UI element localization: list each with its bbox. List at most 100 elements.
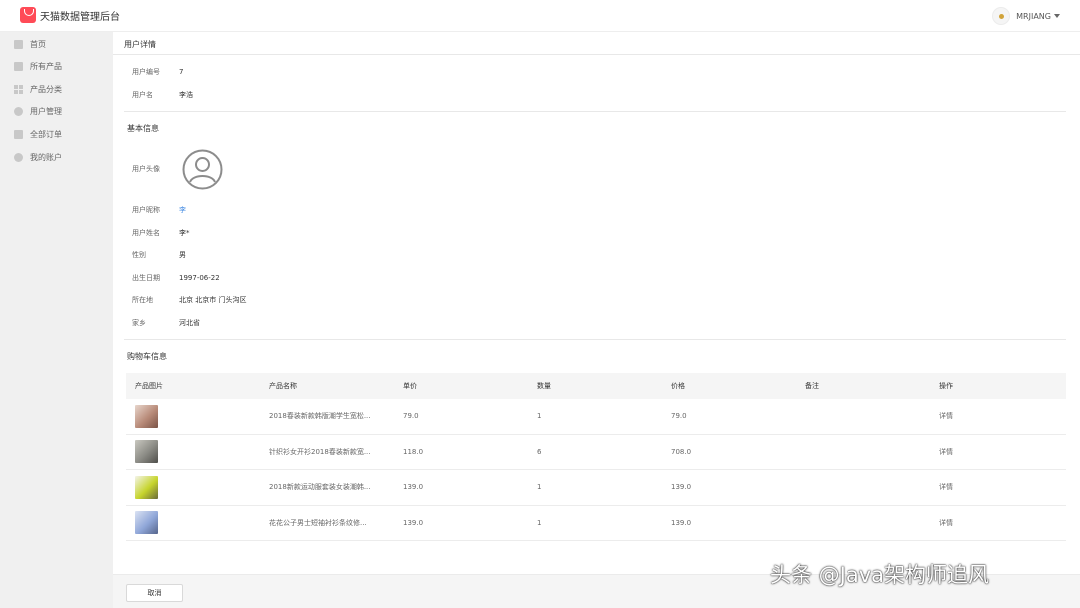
- total-price: 139.0: [671, 518, 692, 527]
- product-thumbnail[interactable]: [135, 475, 158, 499]
- sidebar-item-label: 产品分类: [30, 84, 62, 94]
- sidebar: 首页 所有产品 产品分类 用户管理 全部订单 我的账户: [0, 32, 113, 608]
- avatar: [992, 7, 1011, 25]
- column-header: 操作: [939, 382, 953, 390]
- field-label: 用户名: [132, 91, 153, 99]
- field-label: 用户头像: [132, 165, 160, 173]
- product-thumbnail[interactable]: [135, 440, 158, 464]
- column-header: 数量: [537, 382, 551, 390]
- user-avatar-icon: [182, 149, 223, 190]
- field-hometown: 家乡 河北省: [132, 318, 200, 328]
- detail-link[interactable]: 详情: [930, 482, 1064, 492]
- detail-link[interactable]: 详情: [930, 411, 1064, 421]
- order-icon: [14, 129, 23, 139]
- detail-link[interactable]: 详情: [930, 518, 1064, 528]
- divider: [124, 339, 1066, 340]
- field-value: 1997-06-22: [179, 274, 220, 282]
- product-name: 花花公子男士短袖衬衫条纹修...: [269, 518, 367, 527]
- table-row: 花花公子男士短袖衬衫条纹修... 139.0 1 139.0 详情: [126, 506, 1066, 541]
- field-realname: 用户姓名 李*: [132, 228, 190, 238]
- section-title-basic: 基本信息: [127, 124, 159, 133]
- product-name: 2018新款运动服套装女装潮韩...: [269, 483, 371, 492]
- grid-icon: [14, 84, 23, 94]
- gear-icon: [14, 152, 23, 162]
- total-price: 139.0: [671, 483, 692, 492]
- section-title-cart: 购物车信息: [127, 352, 167, 361]
- field-address: 所在地 北京 北京市 门头沟区: [132, 295, 246, 305]
- field-value: 李浩: [179, 91, 193, 99]
- quantity: 6: [537, 447, 542, 456]
- unit-price: 118.0: [403, 447, 424, 456]
- detail-link[interactable]: 详情: [930, 447, 1064, 457]
- table-row: 2018新款运动服套装女装潮韩... 139.0 1 139.0 详情: [126, 470, 1066, 506]
- field-username: 用户名 李浩: [132, 90, 193, 100]
- field-label: 性别: [132, 251, 146, 259]
- field-user-id: 用户编号 7: [132, 67, 183, 77]
- sidebar-item-label: 我的账户: [30, 152, 62, 162]
- field-value: 李*: [179, 229, 190, 237]
- user-icon: [14, 107, 23, 117]
- column-header: 产品图片: [135, 382, 163, 390]
- column-header: 备注: [805, 382, 819, 390]
- app-title: 天猫数据管理后台: [40, 11, 120, 23]
- sidebar-item-label: 全部订单: [30, 129, 62, 139]
- field-value: 男: [179, 251, 186, 259]
- field-label: 用户姓名: [132, 229, 160, 237]
- main-content: 用户详情 用户编号 7 用户名 李浩 基本信息 用户头像 用户昵称 李 用户姓名…: [113, 32, 1080, 608]
- product-name: 针织衫女开衫2018春装新款宽...: [269, 447, 371, 456]
- product-icon: [14, 62, 23, 72]
- divider: [113, 54, 1080, 55]
- user-menu[interactable]: MRJIANG: [992, 7, 1060, 25]
- cancel-button[interactable]: 取消: [126, 584, 183, 602]
- field-label: 所在地: [132, 296, 153, 304]
- unit-price: 139.0: [403, 518, 424, 527]
- total-price: 708.0: [671, 447, 692, 456]
- field-label: 用户昵称: [132, 206, 160, 214]
- field-nickname: 用户昵称 李: [132, 205, 186, 215]
- sidebar-item-orders[interactable]: 全部订单: [0, 123, 113, 146]
- column-header: 产品名称: [269, 382, 297, 390]
- field-value[interactable]: 李: [179, 205, 186, 215]
- page-title: 用户详情: [124, 40, 156, 49]
- table-header: 产品图片 产品名称 单价 数量 价格 备注 操作: [126, 373, 1066, 399]
- unit-price: 79.0: [403, 412, 419, 421]
- product-thumbnail[interactable]: [135, 511, 158, 535]
- shopping-bag-icon: [20, 7, 36, 23]
- field-label: 家乡: [132, 319, 146, 327]
- field-gender: 性别 男: [132, 250, 186, 260]
- product-thumbnail[interactable]: [135, 404, 158, 428]
- unit-price: 139.0: [403, 483, 424, 492]
- quantity: 1: [537, 412, 542, 421]
- watermark: 头条 @Java架构师追风: [770, 563, 990, 587]
- sidebar-item-users[interactable]: 用户管理: [0, 101, 113, 124]
- field-value: 河北省: [179, 319, 200, 327]
- field-birthday: 出生日期 1997-06-22: [132, 273, 220, 283]
- field-avatar: 用户头像: [132, 164, 179, 174]
- quantity: 1: [537, 518, 542, 527]
- divider: [124, 111, 1066, 112]
- column-header: 单价: [403, 382, 417, 390]
- column-header: 价格: [671, 382, 685, 390]
- table-row: 2018春装新款韩版潮学生宽松... 79.0 1 79.0 详情: [126, 399, 1066, 435]
- field-value: 7: [179, 68, 184, 76]
- total-price: 79.0: [671, 412, 687, 421]
- sidebar-item-home[interactable]: 首页: [0, 33, 113, 56]
- home-icon: [14, 39, 23, 49]
- table-row: 针织衫女开衫2018春装新款宽... 118.0 6 708.0 详情: [126, 435, 1066, 470]
- product-name: 2018春装新款韩版潮学生宽松...: [269, 412, 371, 421]
- sidebar-item-label: 首页: [30, 39, 46, 49]
- quantity: 1: [537, 483, 542, 492]
- field-value: 北京 北京市 门头沟区: [179, 296, 247, 304]
- app-logo[interactable]: 天猫数据管理后台: [20, 7, 120, 23]
- field-label: 出生日期: [132, 274, 160, 282]
- user-name: MRJIANG: [1016, 11, 1051, 21]
- sidebar-item-label: 所有产品: [30, 62, 62, 72]
- sidebar-item-account[interactable]: 我的账户: [0, 146, 113, 169]
- field-label: 用户编号: [132, 68, 160, 76]
- top-bar: 天猫数据管理后台 MRJIANG: [0, 0, 1080, 32]
- cart-table: 产品图片 产品名称 单价 数量 价格 备注 操作 2018春装新款韩版潮学生宽松…: [126, 373, 1066, 541]
- sidebar-item-categories[interactable]: 产品分类: [0, 78, 113, 101]
- caret-down-icon: [1054, 14, 1060, 18]
- sidebar-item-products[interactable]: 所有产品: [0, 55, 113, 78]
- sidebar-item-label: 用户管理: [30, 107, 62, 117]
